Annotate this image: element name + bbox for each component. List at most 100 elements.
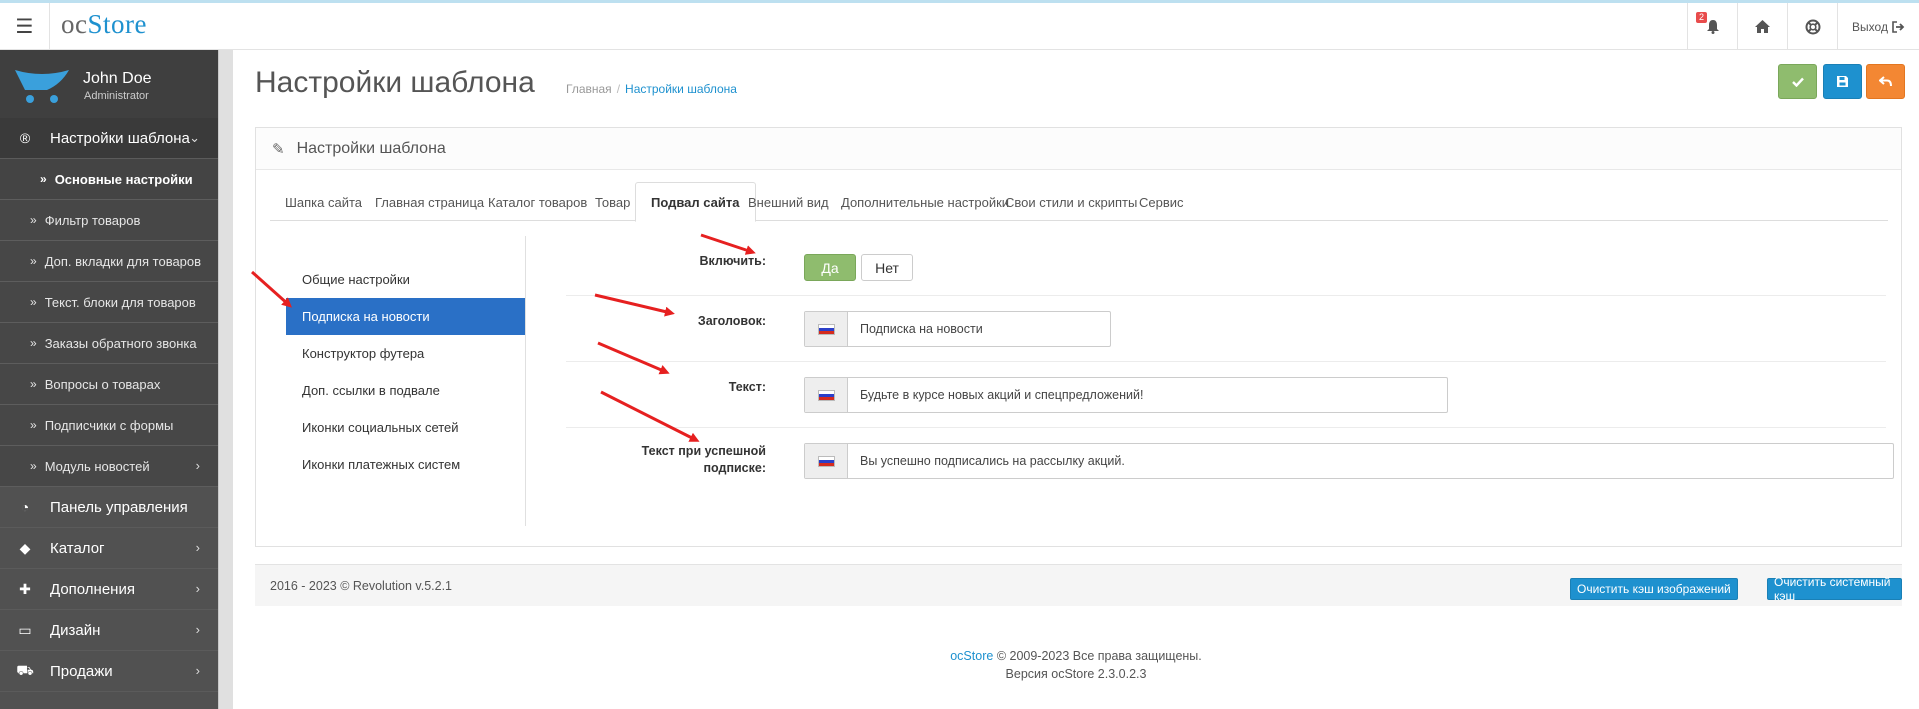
- cancel-button[interactable]: [1866, 64, 1905, 99]
- double-chevron-icon: »: [30, 418, 37, 432]
- top-navbar: ☰ ocStore 2 Выход: [0, 0, 1919, 50]
- sidebar-item-extensions[interactable]: ✚ Дополнения ›: [0, 569, 218, 610]
- vtab-social-icons[interactable]: Иконки социальных сетей: [286, 409, 525, 446]
- sidebar-subitem-product-filter[interactable]: » Фильтр товаров: [0, 200, 218, 241]
- sidebar-subitem-product-questions[interactable]: » Вопросы о товарах: [0, 364, 218, 405]
- russian-flag-icon: [805, 378, 848, 412]
- title-input-group: Подписка на новости: [804, 311, 1111, 347]
- breadcrumb-current[interactable]: Настройки шаблона: [625, 82, 737, 96]
- clear-images-cache-button[interactable]: Очистить кэш изображений: [1570, 578, 1738, 600]
- logout-label: Выход: [1852, 19, 1888, 34]
- dashboard-icon: ◔: [20, 499, 30, 515]
- chevron-right-icon: ›: [195, 622, 200, 637]
- sidebar-subitem-basic-settings[interactable]: » Основные настройки: [0, 159, 218, 200]
- panel-title: Настройки шаблона: [296, 139, 446, 157]
- ocstore-link[interactable]: ocStore: [950, 649, 993, 663]
- chevron-right-icon: ›: [195, 581, 200, 596]
- logo[interactable]: ocStore: [61, 9, 147, 40]
- save-icon: [1837, 76, 1848, 87]
- vtab-payment-icons[interactable]: Иконки платежных систем: [286, 446, 525, 483]
- shopping-cart-icon: ⛟: [16, 661, 34, 678]
- enable-yes-button[interactable]: Да: [804, 254, 856, 281]
- footer-copyright: 2016 - 2023 © Revolution v.5.2.1: [270, 579, 453, 593]
- bell-icon: [1706, 20, 1719, 34]
- vtab-footer-links[interactable]: Доп. ссылки в подвале: [286, 372, 525, 409]
- notifications-button[interactable]: 2: [1687, 3, 1737, 50]
- vtab-newsletter[interactable]: Подписка на новости: [286, 298, 525, 335]
- success-label-line2: подписке:: [703, 461, 766, 475]
- logout-button[interactable]: Выход: [1837, 3, 1919, 50]
- main-content: Настройки шаблона Главная / Настройки шабл…: [233, 50, 1919, 709]
- sidebar-subitem-product-tabs[interactable]: » Доп. вкладки для товаров: [0, 241, 218, 282]
- success-text-input[interactable]: Вы успешно подписались на рассылку акций…: [848, 444, 1893, 478]
- tab-service[interactable]: Сервис: [1124, 182, 1199, 222]
- double-chevron-icon: »: [30, 336, 37, 350]
- life-ring-icon: [1805, 19, 1820, 34]
- breadcrumb-home[interactable]: Главная: [566, 82, 612, 96]
- clear-system-cache-button[interactable]: Очистить системный кэш: [1767, 575, 1902, 603]
- enable-no-button[interactable]: Нет: [861, 254, 913, 281]
- success-label-line1: Текст при успешной: [641, 444, 766, 458]
- form-row-enable: Включить: Да Нет: [566, 236, 1886, 296]
- sidebar-subitem-label: Модуль новостей: [44, 458, 150, 474]
- page-footer: ocStore © 2009-2023 Все права защищены. …: [233, 647, 1919, 683]
- text-input-group: Будьте в курсе новых акций и спецпредлож…: [804, 377, 1448, 413]
- double-chevron-icon: »: [30, 459, 37, 473]
- title-input[interactable]: Подписка на новости: [848, 312, 1110, 346]
- sidebar-subitem-callback-orders[interactable]: » Заказы обратного звонка: [0, 323, 218, 364]
- sidebar-item-template-settings[interactable]: ® Настройки шаблона ⌄: [0, 118, 218, 159]
- chevron-right-icon: ›: [195, 458, 200, 473]
- russian-flag-icon: [805, 312, 848, 346]
- home-button[interactable]: [1737, 3, 1787, 50]
- tags-icon: ◆: [19, 539, 31, 556]
- footer-bar: 2016 - 2023 © Revolution v.5.2.1 Очистит…: [255, 564, 1902, 606]
- vtab-footer-builder[interactable]: Конструктор футера: [286, 335, 525, 372]
- vtab-general-settings[interactable]: Общие настройки: [286, 261, 525, 298]
- user-name: John Doe: [83, 70, 152, 87]
- breadcrumb: Главная / Настройки шаблона: [566, 82, 737, 96]
- version-text: Версия ocStore 2.3.0.2.3: [1005, 667, 1147, 681]
- page-title: Настройки шаблона: [255, 66, 535, 99]
- user-role: Administrator: [84, 90, 149, 102]
- sidebar-subitem-news-module[interactable]: » Модуль новостей ›: [0, 446, 218, 487]
- sidebar-item-dashboard[interactable]: ◔ Панель управления: [0, 487, 218, 528]
- double-chevron-icon: »: [30, 254, 37, 268]
- sidebar-item-label: Дополнения: [50, 580, 135, 598]
- sidebar-item-label: Продажи: [50, 662, 113, 680]
- user-profile[interactable]: John Doe Administrator: [0, 50, 218, 118]
- logo-oc: oc: [61, 9, 88, 39]
- menu-toggle-button[interactable]: ☰: [0, 3, 50, 50]
- form-row-text: Текст: Будьте в курсе новых акций и спец…: [566, 362, 1886, 428]
- sidebar-subitem-text-blocks[interactable]: » Текст. блоки для товаров: [0, 282, 218, 323]
- footer-rights-line: ocStore © 2009-2023 Все права защищены.: [233, 647, 1919, 665]
- puzzle-icon: ✚: [19, 580, 31, 597]
- apply-button[interactable]: [1778, 64, 1817, 99]
- sidebar-subitem-form-subscribers[interactable]: » Подписчики с формы: [0, 405, 218, 446]
- logo-store: Store: [87, 9, 147, 39]
- success-input-group: Вы успешно подписались на рассылку акций…: [804, 443, 1894, 479]
- save-button[interactable]: [1823, 64, 1862, 99]
- breadcrumb-separator: /: [616, 82, 621, 96]
- text-input[interactable]: Будьте в курсе новых акций и спецпредлож…: [848, 378, 1447, 412]
- sidebar-item-catalog[interactable]: ◆ Каталог ›: [0, 528, 218, 569]
- main-tabs: Шапка сайта Главная страница Каталог тов…: [270, 182, 1888, 222]
- sidebar-subitem-label: Вопросы о товарах: [44, 376, 161, 392]
- sidebar-subitem-label: Основные настройки: [54, 171, 193, 187]
- panel-heading: ✎ Настройки шаблона: [256, 128, 1901, 170]
- footer-vertical-tabs: Общие настройки Подписка на новости Конс…: [286, 236, 526, 526]
- double-chevron-icon: »: [40, 172, 47, 186]
- settings-panel: ✎ Настройки шаблона Шапка сайта Главная …: [255, 127, 1902, 547]
- sidebar-item-sales[interactable]: ⛟ Продажи ›: [0, 651, 218, 692]
- double-chevron-icon: »: [30, 295, 37, 309]
- sidebar-subitem-label: Подписчики с формы: [44, 417, 174, 433]
- sidebar-item-label: Настройки шаблона: [50, 129, 190, 147]
- sidebar-item-design[interactable]: ▭ Дизайн ›: [0, 610, 218, 651]
- menu-icon: ☰: [15, 16, 34, 38]
- form-row-title: Заголовок: Подписка на новости: [566, 296, 1886, 362]
- desktop-icon: ▭: [18, 621, 32, 638]
- double-chevron-icon: »: [30, 213, 37, 227]
- help-button[interactable]: [1787, 3, 1837, 50]
- sidebar-scrollbar[interactable]: [218, 50, 233, 709]
- sidebar-subitem-label: Заказы обратного звонка: [44, 335, 197, 351]
- title-label: Заголовок:: [697, 314, 766, 328]
